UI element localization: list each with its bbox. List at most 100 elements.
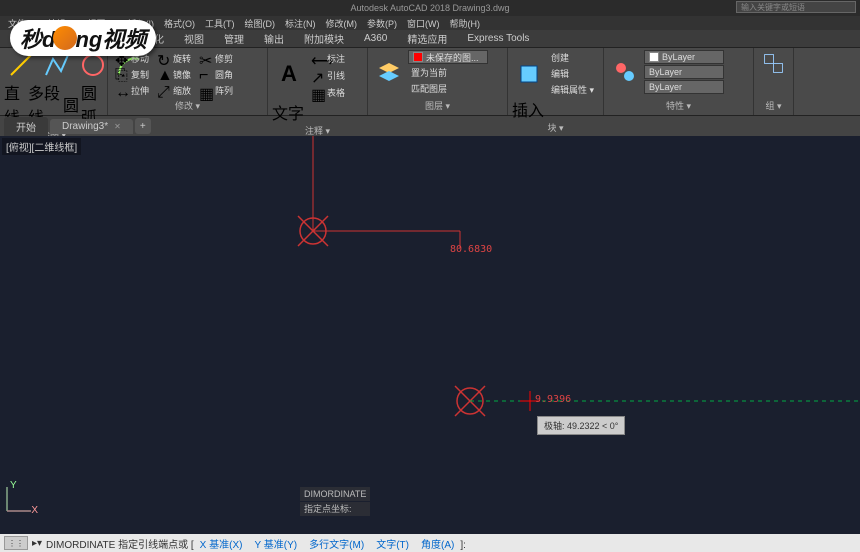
panel-props-label[interactable]: 特性 ▾ <box>608 99 749 113</box>
leader-icon: ↗ <box>311 68 325 82</box>
menu-tools[interactable]: 工具(T) <box>201 17 239 30</box>
menu-modify[interactable]: 修改(M) <box>322 17 362 30</box>
insert-block-button[interactable] <box>512 59 546 89</box>
cmdline-handle-icon[interactable]: ⋮⋮ <box>4 536 28 550</box>
dimension-value-1: 80.6830 <box>450 244 492 255</box>
cmdline-chevron-icon[interactable]: ▸▾ <box>32 538 42 549</box>
opt-y[interactable]: Y 基准(Y) <box>255 540 298 551</box>
file-tab-strip: 开始 Drawing3*✕ + <box>0 116 860 136</box>
fillet-icon: ⌐ <box>199 67 213 81</box>
stretch-icon: ↔ <box>115 84 129 98</box>
start-tab[interactable]: 开始 <box>4 117 48 136</box>
lineweight-combo[interactable]: ByLayer <box>644 65 724 79</box>
opt-x[interactable]: X 基准(X) <box>200 540 243 551</box>
linetype-combo[interactable]: ByLayer <box>644 80 724 94</box>
stretch-button[interactable]: ↔拉伸 <box>112 83 152 99</box>
layer-combo[interactable]: 未保存的图... <box>408 50 488 64</box>
panel-modify-label[interactable]: 修改 ▾ <box>112 99 263 113</box>
group-icon <box>761 51 786 79</box>
app-title: Autodesk AutoCAD 2018 Drawing3.dwg <box>350 3 509 13</box>
drawing-canvas[interactable]: [俯视][二维线框] 80.6830 9.9396 极轴: 49.2322 < … <box>0 136 860 534</box>
group-button[interactable] <box>758 50 789 80</box>
table-button[interactable]: ▦表格 <box>308 84 348 100</box>
menu-param[interactable]: 参数(P) <box>363 17 401 30</box>
menu-dim[interactable]: 标注(N) <box>281 17 320 30</box>
opt-m[interactable]: 多行文字(M) <box>309 540 364 551</box>
drawing-tab[interactable]: Drawing3*✕ <box>50 119 133 134</box>
ribbon-tab-a360[interactable]: A360 <box>354 30 397 47</box>
array-button[interactable]: ▦阵列 <box>196 83 236 99</box>
close-tab-icon[interactable]: ✕ <box>114 122 121 131</box>
edit-attr-button[interactable]: 编辑属性 ▾ <box>548 82 597 97</box>
menu-window[interactable]: 窗口(W) <box>403 17 444 30</box>
new-tab-button[interactable]: + <box>135 118 151 134</box>
panel-group: 组 ▾ <box>754 48 794 115</box>
make-current-button[interactable]: 置为当前 <box>408 65 450 80</box>
ucs-icon: Y X <box>4 484 34 514</box>
panel-group-label[interactable]: 组 ▾ <box>758 99 789 113</box>
logo-ball-icon <box>53 26 77 50</box>
copy-button[interactable]: ⎘复制 <box>112 66 152 82</box>
dim-button[interactable]: ⟷标注 <box>308 50 348 66</box>
block-icon <box>515 60 543 88</box>
command-prompt: DIMORDINATE 指定引线端点或 [ X 基准(X) Y 基准(Y) 多行… <box>46 536 466 551</box>
panel-annotate: A ⟷标注 ↗引线 ▦表格 文字 注释 ▾ <box>268 48 368 115</box>
panel-block-label[interactable]: 块 ▾ <box>512 121 599 135</box>
rotate-icon: ↻ <box>157 51 171 65</box>
ucs-y-label: Y <box>10 480 17 491</box>
match-layer-button[interactable]: 匹配图层 <box>408 81 488 96</box>
panel-modify: ✥移动 ↻旋转 ✂修剪 ⎘复制 ▲镜像 ⌐圆角 ↔拉伸 ⤢缩放 ▦阵列 修改 ▾ <box>108 48 268 115</box>
panel-draw: 直线 多段线 圆 圆弧 绘图 ▾ <box>0 48 108 115</box>
ribbon-tab-featured[interactable]: 精选应用 <box>397 30 457 47</box>
opt-t[interactable]: 文字(T) <box>376 540 409 551</box>
layer-props-button[interactable] <box>372 58 406 88</box>
array-icon: ▦ <box>199 84 213 98</box>
title-bar: Autodesk AutoCAD 2018 Drawing3.dwg 输入关键字… <box>0 0 860 16</box>
match-icon <box>611 58 639 86</box>
fillet-button[interactable]: ⌐圆角 <box>196 66 236 82</box>
trim-button[interactable]: ✂修剪 <box>196 50 236 66</box>
mirror-icon: ▲ <box>157 67 171 81</box>
copy-icon: ⎘ <box>115 67 129 81</box>
command-history: DIMORDINATE 指定点坐标: <box>300 486 370 516</box>
text-button[interactable]: A <box>272 60 306 90</box>
dim-icon: ⟷ <box>311 51 325 65</box>
menu-help[interactable]: 帮助(H) <box>446 17 485 30</box>
mirror-button[interactable]: ▲镜像 <box>154 66 194 82</box>
create-block-button[interactable]: 创建 <box>548 50 597 65</box>
ribbon-tab-view[interactable]: 视图 <box>174 30 214 47</box>
ribbon-tab-express[interactable]: Express Tools <box>457 30 539 47</box>
panel-block: 创建 编辑 编辑属性 ▾ 插入 块 ▾ <box>508 48 604 115</box>
circle-label: 圆 <box>63 92 79 116</box>
ribbon-tab-manage[interactable]: 管理 <box>214 30 254 47</box>
menu-draw[interactable]: 绘图(D) <box>241 17 280 30</box>
command-line[interactable]: ⋮⋮ ▸▾ DIMORDINATE 指定引线端点或 [ X 基准(X) Y 基准… <box>0 534 860 552</box>
history-line-1: DIMORDINATE <box>300 487 370 501</box>
ribbon-tab-output[interactable]: 输出 <box>254 30 294 47</box>
table-icon: ▦ <box>311 85 325 99</box>
panel-properties: ByLayer ByLayer ByLayer 特性 ▾ <box>604 48 754 115</box>
opt-a[interactable]: 角度(A) <box>421 540 454 551</box>
history-line-2: 指定点坐标: <box>300 502 370 516</box>
edit-block-button[interactable]: 编辑 <box>548 66 597 81</box>
ribbon: 直线 多段线 圆 圆弧 绘图 ▾ ✥移动 ↻旋转 ✂修剪 ⎘复制 ▲镜像 ⌐圆角… <box>0 48 860 116</box>
ucs-x-label: X <box>31 505 38 516</box>
dynamic-input-value: 9.9396 <box>535 394 571 405</box>
polar-tooltip: 极轴: 49.2322 < 0° <box>537 416 625 435</box>
text-icon: A <box>275 61 303 89</box>
drawing-geometry <box>0 136 860 534</box>
panel-layers: 未保存的图... 置为当前 匹配图层 图层 ▾ <box>368 48 508 115</box>
panel-layers-label[interactable]: 图层 ▾ <box>372 99 503 113</box>
menu-format[interactable]: 格式(O) <box>160 17 199 30</box>
color-combo[interactable]: ByLayer <box>644 50 724 64</box>
watermark-logo: 秒dng视频 <box>10 20 156 56</box>
help-search-input[interactable]: 输入关键字或短语 <box>736 1 856 13</box>
match-props-button[interactable] <box>608 57 642 87</box>
scale-button[interactable]: ⤢缩放 <box>154 83 194 99</box>
ribbon-tab-addon[interactable]: 附加模块 <box>294 30 354 47</box>
layers-icon <box>375 59 403 87</box>
scale-icon: ⤢ <box>157 84 171 98</box>
rotate-button[interactable]: ↻旋转 <box>154 50 194 66</box>
trim-icon: ✂ <box>199 51 213 65</box>
leader-button[interactable]: ↗引线 <box>308 67 348 83</box>
